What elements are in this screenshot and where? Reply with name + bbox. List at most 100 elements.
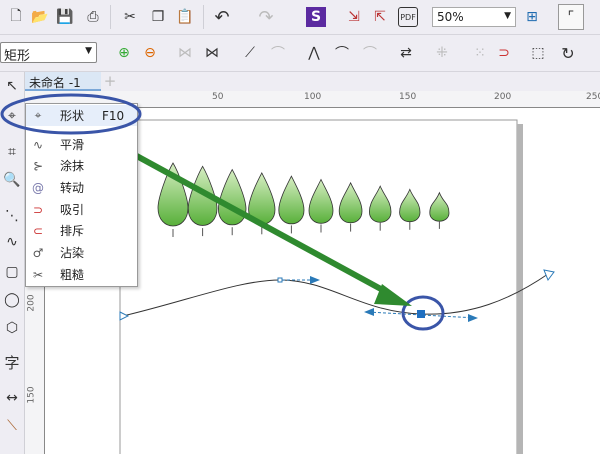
ruler-label: 200 — [494, 92, 512, 102]
shape-select[interactable]: 矩形 ▼ — [0, 42, 97, 64]
flyout-item-attract[interactable]: ⊃ 吸引 — [26, 199, 137, 220]
ruler-label: 250 — [586, 92, 600, 102]
flyout-item-roughen[interactable]: ✂ 粗糙 — [26, 264, 137, 285]
smooth-icon: ∿ — [32, 137, 44, 152]
item-label: 沾染 — [60, 246, 85, 260]
item-label: 形状 — [60, 109, 85, 123]
connector-tool-icon[interactable]: ⟍ — [2, 416, 22, 436]
cut-icon[interactable]: ✂ — [120, 7, 140, 27]
shape-select-value: 矩形 — [4, 49, 31, 64]
paste-icon[interactable]: 📋 — [175, 7, 195, 27]
ruler-label: 150 — [26, 386, 37, 404]
smudge-icon: ♂ — [32, 245, 44, 260]
tree-shape[interactable] — [368, 185, 392, 223]
cusp-node-icon[interactable]: ⋀ — [304, 43, 324, 63]
crop-tool-icon[interactable]: ⌗ — [2, 142, 22, 162]
flyout-item-smooth[interactable]: ∿ 平滑 — [26, 134, 137, 155]
tree-shape[interactable] — [338, 181, 363, 224]
flyout-item-repel[interactable]: ⊂ 排斥 — [26, 220, 137, 241]
item-label: 粗糙 — [60, 268, 85, 282]
polygon-tool-icon[interactable]: ⬡ — [2, 318, 22, 338]
tree-shape[interactable] — [248, 172, 276, 225]
copy-icon[interactable]: ❐ — [148, 7, 168, 27]
undo-icon[interactable]: ↶ — [212, 7, 232, 28]
document-tab-bar: 未命名 -1 + — [0, 72, 600, 91]
add-node-icon[interactable]: ⊕ — [114, 43, 134, 63]
rectangle-tool-icon[interactable]: ▢ — [2, 262, 22, 282]
reverse-direction-icon[interactable]: ⇄ — [396, 43, 416, 63]
flyout-item-smudge[interactable]: ♂ 沾染 — [26, 242, 137, 263]
item-label: 涂抹 — [60, 159, 85, 173]
full-screen-icon[interactable]: ⊞ — [522, 7, 542, 27]
attract-icon: ⊃ — [32, 202, 44, 217]
join-nodes-icon[interactable]: ⋈ — [175, 43, 195, 63]
break-curve-icon[interactable]: ⋈ — [202, 43, 222, 63]
control-handle[interactable] — [468, 314, 478, 322]
curve-node[interactable] — [277, 277, 283, 283]
open-icon[interactable]: 📂 — [30, 7, 50, 27]
ellipse-tool-icon[interactable]: ◯ — [2, 290, 22, 310]
freehand-tool-icon[interactable]: ⋱ — [2, 206, 22, 226]
control-handle-line — [367, 311, 477, 319]
item-label: 平滑 — [60, 138, 85, 152]
pick-tool-icon[interactable]: ↖ — [2, 76, 22, 96]
ruler-label: 100 — [304, 92, 322, 102]
control-handle[interactable] — [364, 308, 374, 316]
corel-connect-icon[interactable]: S — [306, 7, 326, 27]
delete-node-icon[interactable]: ⊖ — [140, 43, 160, 63]
dimension-tool-icon[interactable]: ↔ — [2, 388, 22, 408]
shape-tool-flyout: ⌖ 形状 F10 ∿ 平滑 ⊱ 涂抹 @ 转动 ⊃ 吸引 ⊂ 排斥 ♂ 沾染 ✂ 粗糙 — [25, 103, 138, 287]
to-curve-icon[interactable]: ⌒ — [268, 43, 288, 63]
zoom-select[interactable]: 50% ▼ — [432, 7, 516, 27]
add-tab-button[interactable]: + — [103, 72, 117, 90]
document-tab[interactable]: 未命名 -1 — [25, 72, 101, 91]
tree-shape[interactable] — [429, 191, 450, 222]
rulers-icon[interactable]: ⌜ — [558, 4, 584, 30]
tree-shape[interactable] — [187, 165, 218, 226]
to-line-icon[interactable]: ⟋ — [240, 43, 260, 63]
item-label: 吸引 — [60, 203, 85, 217]
tree-shape[interactable] — [399, 188, 421, 223]
shape-tool-icon[interactable]: ⌖ — [2, 106, 22, 126]
tree-shape[interactable] — [308, 178, 334, 224]
print-icon[interactable]: ⎙ — [83, 7, 103, 27]
trees-group — [157, 162, 450, 237]
node-highlight-ellipse — [401, 295, 445, 331]
flyout-item-smear[interactable]: ⊱ 涂抹 — [26, 155, 137, 176]
export-icon[interactable]: ⇱ — [370, 7, 390, 27]
save-icon[interactable]: 💾 — [55, 7, 75, 27]
chevron-down-icon: ▼ — [85, 46, 92, 56]
flyout-item-twirl[interactable]: @ 转动 — [26, 177, 137, 198]
curve-path[interactable] — [122, 273, 549, 317]
pdf-icon[interactable]: PDF — [398, 7, 418, 27]
end-node[interactable] — [543, 269, 555, 282]
tree-shape[interactable] — [278, 175, 305, 225]
new-icon[interactable]: 🗋 — [6, 7, 26, 27]
text-tool-icon[interactable]: 字 — [2, 352, 22, 372]
page-shadow — [517, 124, 523, 454]
item-label: 排斥 — [60, 224, 85, 238]
extract-subpath-icon[interactable]: ⁙ — [470, 43, 490, 63]
standard-toolbar: 🗋 📂 💾 ⎙ ✂ ❐ 📋 ↶ ↷ S ⇲ ⇱ PDF 50% ▼ ⊞ ⌜ — [0, 0, 600, 35]
redo-icon[interactable]: ↷ — [256, 7, 276, 28]
repel-icon: ⊂ — [32, 223, 44, 238]
import-icon[interactable]: ⇲ — [344, 7, 364, 27]
tree-shape[interactable] — [217, 168, 247, 226]
selected-node[interactable] — [417, 310, 425, 318]
zoom-tool-icon[interactable]: 🔍 — [2, 170, 22, 190]
ruler-label: 50 — [212, 92, 224, 102]
start-node[interactable] — [119, 311, 130, 321]
smooth-node-icon[interactable]: ⌒ — [332, 43, 352, 63]
page — [119, 119, 518, 454]
rotate-nodes-icon[interactable]: ↻ — [558, 43, 578, 63]
extend-curve-icon[interactable]: ⁜ — [432, 43, 452, 63]
close-curve-icon[interactable]: ⊃ — [494, 43, 514, 63]
stretch-nodes-icon[interactable]: ⬚ — [528, 43, 548, 63]
flyout-item-shape[interactable]: ⌖ 形状 F10 — [26, 105, 137, 126]
shape-icon: ⌖ — [34, 108, 42, 122]
control-handle[interactable] — [310, 276, 320, 284]
symmetric-node-icon[interactable]: ⌒ — [360, 43, 380, 63]
smear-icon: ⊱ — [32, 158, 44, 173]
tree-shape[interactable] — [157, 162, 189, 227]
artistic-media-icon[interactable]: ∿ — [2, 232, 22, 252]
